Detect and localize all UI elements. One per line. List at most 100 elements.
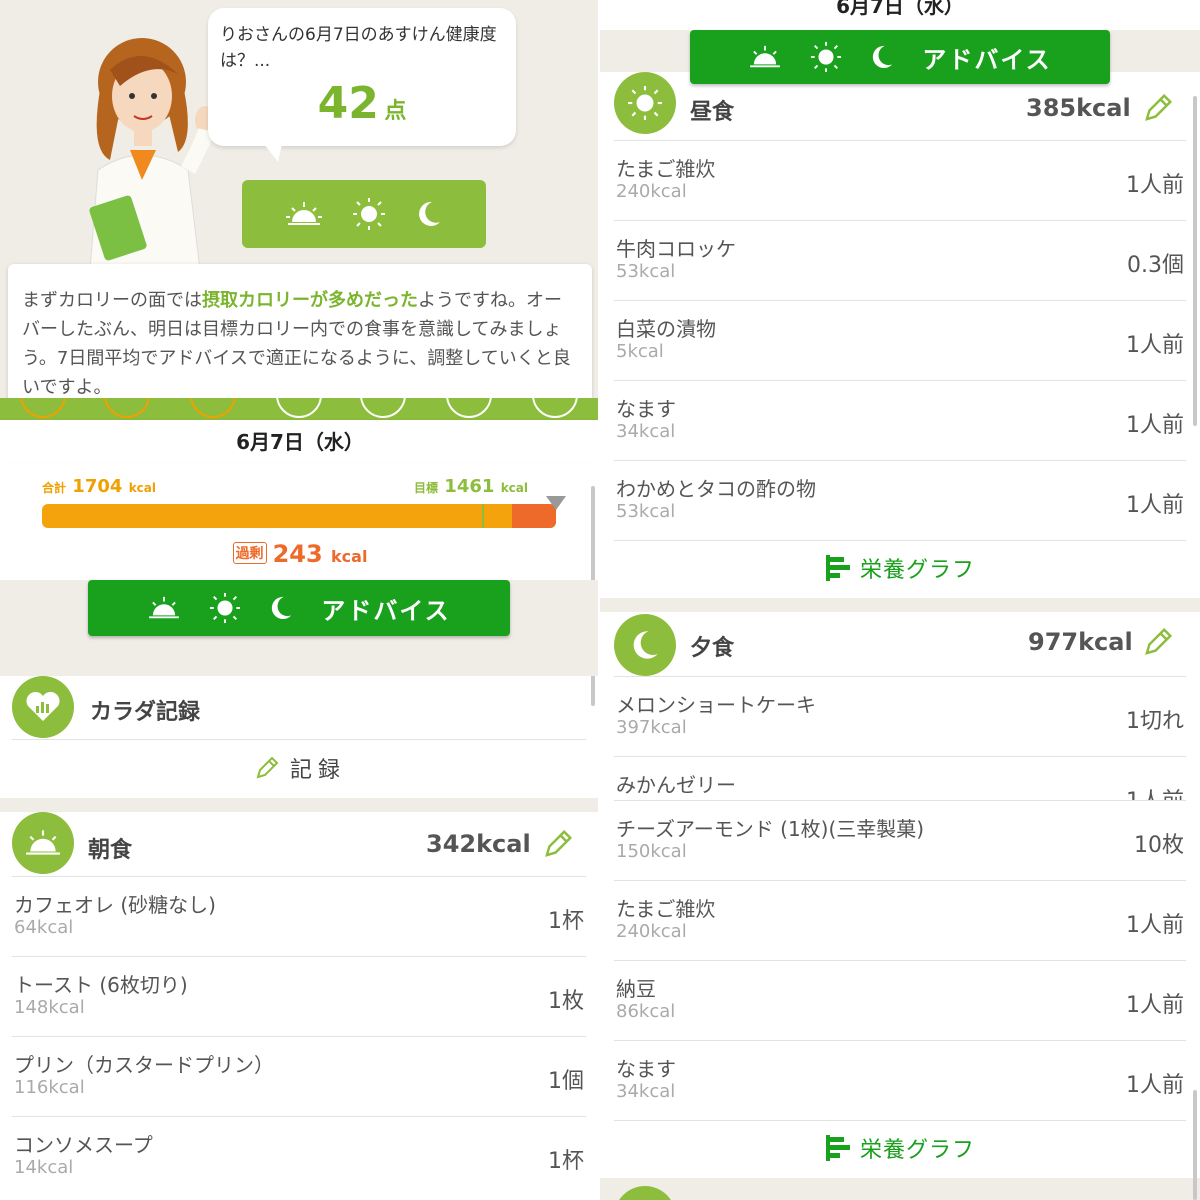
food-row[interactable]: トースト (6枚切り) 148kcal 1枚 bbox=[12, 956, 586, 1036]
edit-pencil-icon[interactable] bbox=[1142, 626, 1174, 658]
excess-unit: kcal bbox=[331, 547, 368, 566]
bar-graph-icon bbox=[826, 555, 850, 581]
food-name: みかんゼリー bbox=[616, 773, 736, 797]
food-quantity: 1杯 bbox=[548, 1149, 584, 1174]
calorie-summary: 合計 1704 kcal 目標 1461 kcal 過剰 243 kcal bbox=[0, 464, 600, 580]
food-quantity: 1杯 bbox=[548, 909, 584, 934]
meal-advice-switch[interactable] bbox=[242, 180, 486, 248]
dinner-title: 夕食 bbox=[690, 636, 735, 661]
pencil-icon bbox=[256, 756, 279, 779]
food-row[interactable]: わかめとタコの酢の物 53kcal 1人前 bbox=[614, 460, 1186, 540]
bar-graph-icon bbox=[826, 1135, 850, 1161]
food-quantity: 1人前 bbox=[1126, 913, 1184, 938]
body-record-header: カラダ記録 bbox=[0, 676, 600, 738]
day-circle[interactable] bbox=[532, 398, 578, 418]
day-circle[interactable] bbox=[20, 398, 66, 418]
food-kcal: 34kcal bbox=[616, 421, 676, 442]
dinner-kcal: 977kcal bbox=[1028, 628, 1133, 656]
dietitian-character-illustration bbox=[89, 38, 215, 270]
day-circle[interactable] bbox=[190, 398, 236, 418]
food-row[interactable]: 牛肉コロッケ 53kcal 0.3個 bbox=[614, 220, 1186, 300]
speech-bubble-tail bbox=[264, 144, 282, 162]
health-score-area: りおさんの6月7日のあすけん健康度は？... 42 点 まずカロリーの面では摂取… bbox=[0, 0, 600, 420]
food-row[interactable]: チーズアーモンド (1枚)(三幸製菓) 150kcal 10枚 bbox=[614, 800, 1186, 880]
food-row[interactable]: なます 34kcal 1人前 bbox=[614, 380, 1186, 460]
food-name: トースト (6枚切り) bbox=[14, 973, 188, 997]
breakfast-header: 朝食 342kcal bbox=[0, 812, 600, 874]
record-button[interactable]: 記録 bbox=[254, 752, 346, 784]
date-header[interactable]: 6月7日（水） bbox=[0, 420, 600, 464]
calorie-target-marker bbox=[482, 504, 484, 528]
sunrise-icon[interactable] bbox=[286, 200, 322, 228]
food-row[interactable]: たまご雑炊 240kcal 1人前 bbox=[614, 140, 1186, 220]
calorie-progress-bar bbox=[42, 504, 556, 528]
sun-icon[interactable] bbox=[352, 197, 386, 231]
dinner-header: 夕食 977kcal bbox=[600, 614, 1200, 676]
food-name: チーズアーモンド (1枚)(三幸製菓) bbox=[616, 817, 925, 841]
speech-bubble: りおさんの6月7日のあすけん健康度は？... 42 点 bbox=[208, 8, 516, 162]
food-quantity: 1人前 bbox=[1126, 993, 1184, 1018]
dinner-nutrition-graph-link[interactable]: 栄養グラフ bbox=[824, 1132, 975, 1164]
food-kcal: 240kcal bbox=[616, 921, 687, 942]
food-name: 納豆 bbox=[616, 977, 656, 1001]
date-header[interactable]: 6月7日（水） bbox=[600, 0, 1200, 30]
target-value: 1461 bbox=[444, 476, 495, 497]
advice-button-label: アドバイス bbox=[922, 45, 1052, 74]
sunrise-icon bbox=[750, 45, 781, 68]
nutrition-graph-label: 栄養グラフ bbox=[860, 558, 976, 583]
food-kcal: 116kcal bbox=[14, 1077, 85, 1098]
day-circle[interactable] bbox=[360, 398, 406, 418]
moon-icon bbox=[873, 45, 893, 69]
food-row[interactable]: なます 34kcal 1人前 bbox=[614, 1040, 1186, 1120]
food-row[interactable]: カフェオレ (砂糖なし) 64kcal 1杯 bbox=[12, 876, 586, 956]
food-kcal: 64kcal bbox=[14, 917, 74, 938]
food-row[interactable]: 納豆 86kcal 1人前 bbox=[614, 960, 1186, 1040]
week-day-selector[interactable] bbox=[0, 398, 600, 420]
divider bbox=[614, 540, 1186, 541]
sunrise-icon bbox=[149, 596, 180, 619]
advice-button[interactable]: アドバイス bbox=[88, 580, 510, 636]
sunrise-icon bbox=[26, 830, 60, 855]
food-name: たまご雑炊 bbox=[616, 157, 716, 181]
food-name: コンソメスープ bbox=[14, 1133, 153, 1157]
food-row[interactable]: プリン（カスタードプリン） 116kcal 1個 bbox=[12, 1036, 586, 1116]
day-circle[interactable] bbox=[104, 398, 150, 418]
breakfast-badge bbox=[12, 812, 74, 874]
record-button-label: 記録 bbox=[290, 758, 347, 783]
edit-pencil-icon[interactable] bbox=[542, 828, 574, 860]
food-kcal: 14kcal bbox=[14, 1157, 74, 1178]
food-row[interactable]: メロンショートケーキ 397kcal 1切れ bbox=[614, 676, 1186, 756]
scrollbar[interactable] bbox=[1193, 1090, 1197, 1200]
scrollbar[interactable] bbox=[1193, 96, 1197, 426]
food-row[interactable]: みかんゼリー 1人前 bbox=[614, 756, 1186, 800]
lunch-title: 昼食 bbox=[690, 100, 735, 125]
food-row[interactable]: 白菜の漬物 5kcal 1人前 bbox=[614, 300, 1186, 380]
day-circle[interactable] bbox=[446, 398, 492, 418]
food-row[interactable]: コンソメスープ 14kcal 1杯 bbox=[12, 1116, 586, 1196]
food-row[interactable]: たまご雑炊 240kcal 1人前 bbox=[614, 880, 1186, 960]
dinner-badge bbox=[614, 614, 676, 676]
health-score-unit: 点 bbox=[384, 99, 407, 124]
day-circle[interactable] bbox=[276, 398, 322, 418]
total-unit: kcal bbox=[128, 481, 156, 495]
food-kcal: 53kcal bbox=[616, 501, 676, 522]
section-gap bbox=[0, 798, 600, 812]
food-quantity: 1人前 bbox=[1126, 333, 1184, 358]
moon-icon bbox=[633, 631, 658, 659]
lunch-header: 昼食 385kcal bbox=[600, 72, 1200, 134]
food-kcal: 53kcal bbox=[616, 261, 676, 282]
edit-pencil-icon[interactable] bbox=[1142, 92, 1174, 124]
advice-text-before: まずカロリーの面では bbox=[22, 290, 202, 311]
advice-message: まずカロリーの面では摂取カロリーが多めだったようですね。オーバーしたぶん、明日は… bbox=[8, 264, 592, 412]
heart-chart-icon bbox=[26, 691, 60, 721]
excess-badge: 過剰 bbox=[232, 542, 267, 564]
moon-icon[interactable] bbox=[416, 200, 442, 228]
lunch-nutrition-graph-link[interactable]: 栄養グラフ bbox=[824, 552, 975, 584]
body-record-title: カラダ記録 bbox=[90, 700, 201, 725]
food-kcal: 148kcal bbox=[14, 997, 85, 1018]
food-name: カフェオレ (砂糖なし) bbox=[14, 893, 216, 917]
lunch-kcal: 385kcal bbox=[1026, 94, 1131, 122]
food-name: たまご雑炊 bbox=[616, 897, 716, 921]
divider bbox=[614, 1120, 1186, 1121]
food-quantity: 0.3個 bbox=[1127, 253, 1184, 278]
